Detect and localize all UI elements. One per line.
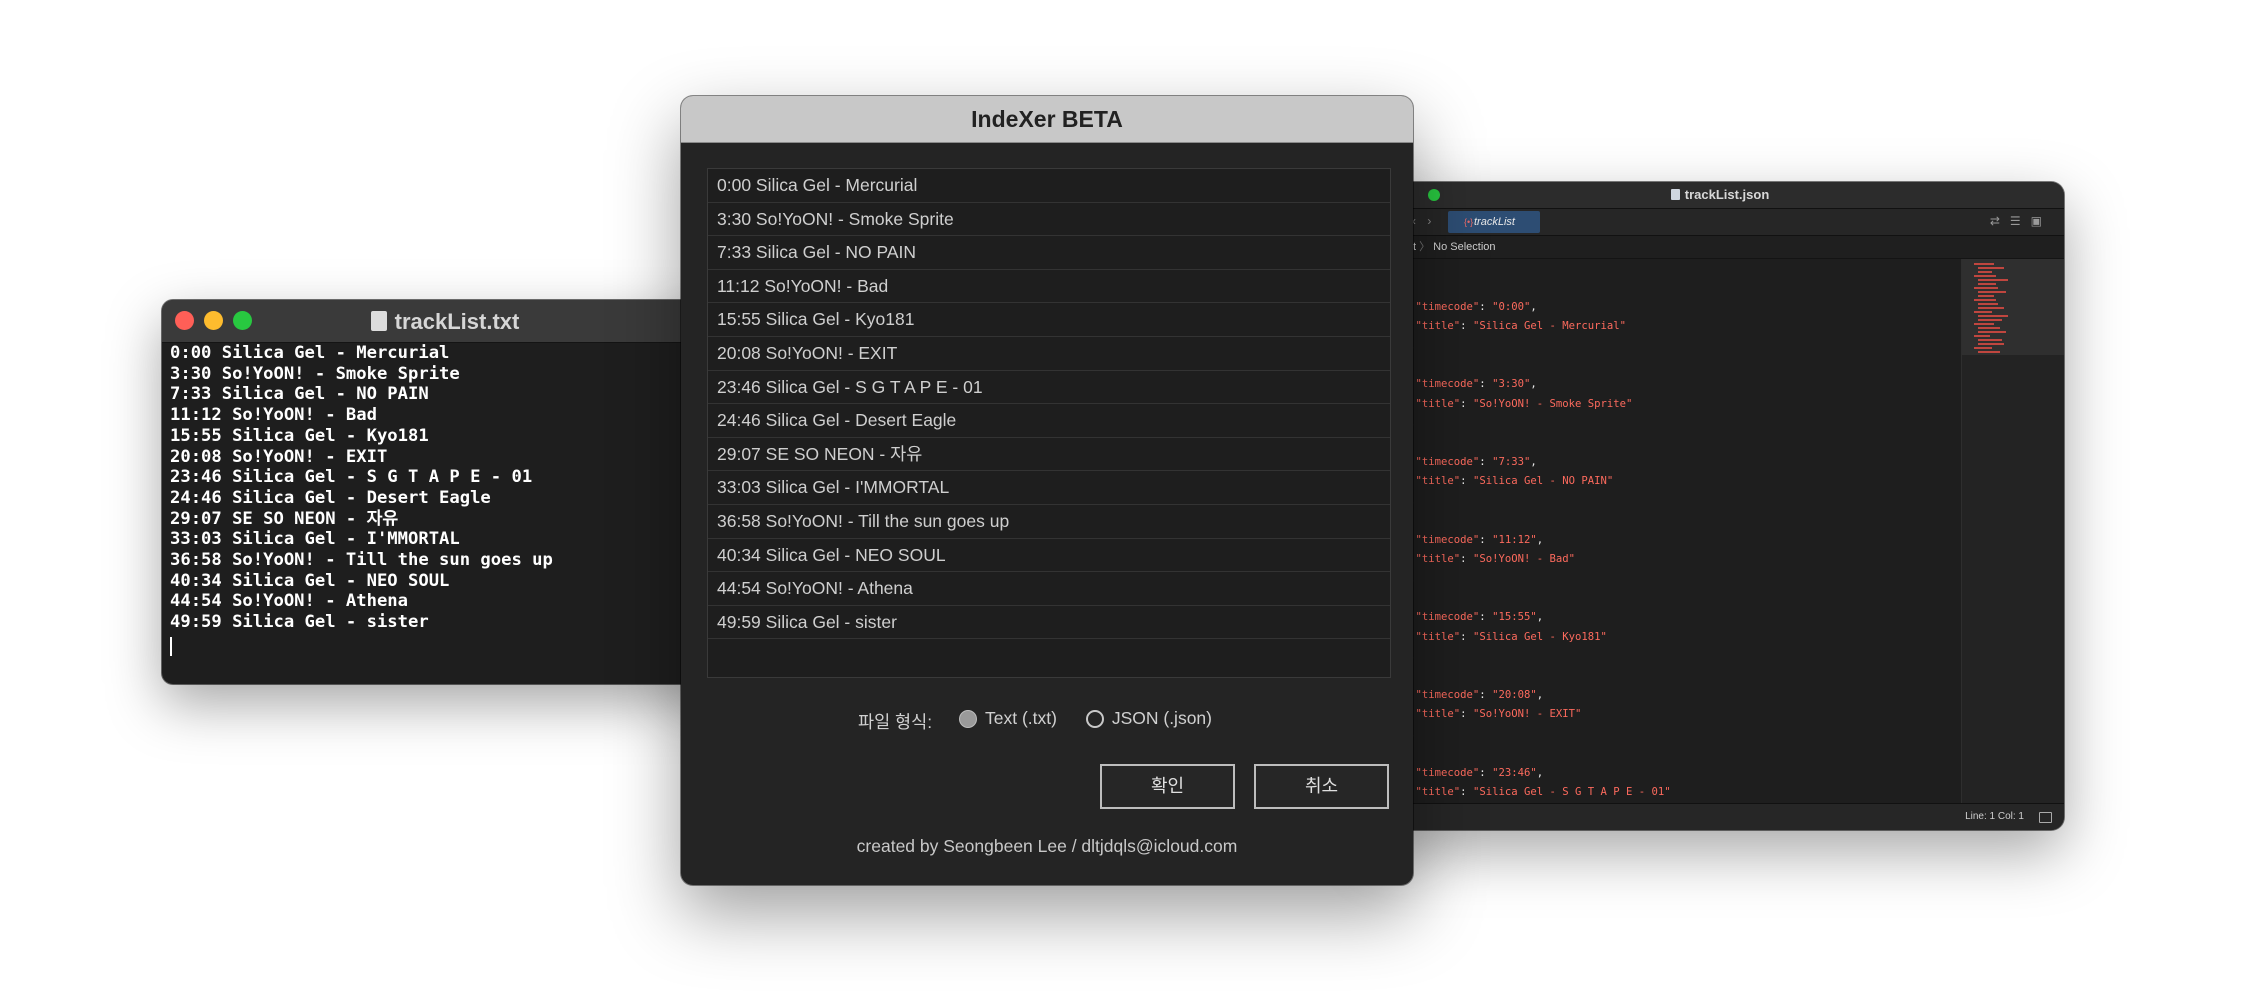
track-row[interactable]: 23:46 Silica Gel - S G T A P E - 01 bbox=[708, 371, 1390, 405]
text-content[interactable]: 0:00 Silica Gel - Mercurial 3:30 So!YoON!… bbox=[162, 343, 728, 656]
minimap-line bbox=[1978, 339, 2002, 341]
track-row[interactable]: 3:30 So!YoON! - Smoke Sprite bbox=[708, 203, 1390, 237]
minimap-line bbox=[1978, 315, 2008, 317]
editor-status-bar: Line: 1 Col: 1 bbox=[1376, 803, 2064, 830]
track-row[interactable]: 44:54 So!YoON! - Athena bbox=[708, 572, 1390, 606]
text-window-titlebar: trackList.txt bbox=[162, 300, 728, 343]
track-row[interactable]: 40:34 Silica Gel - NEO SOUL bbox=[708, 539, 1390, 573]
track-row[interactable]: 11:12 So!YoON! - Bad bbox=[708, 270, 1390, 304]
minimap[interactable] bbox=[1961, 259, 2064, 804]
text-line: 24:46 Silica Gel - Desert Eagle bbox=[170, 487, 491, 508]
text-line: 44:54 So!YoON! - Athena bbox=[170, 591, 408, 612]
breadcrumb-separator-icon: 〉 bbox=[1419, 241, 1431, 253]
minimap-line bbox=[1978, 283, 1996, 285]
tab-tracklist-label: trackList bbox=[1474, 216, 1515, 228]
text-file-window: trackList.txt 0:00 Silica Gel - Mercuria… bbox=[162, 300, 728, 684]
editor-options-icon[interactable]: ⇄☰▣ bbox=[1990, 214, 2052, 228]
text-line: 7:33 Silica Gel - NO PAIN bbox=[170, 384, 429, 405]
minimap-line bbox=[1978, 319, 2002, 321]
text-line: 33:03 Silica Gel - I'MMORTAL bbox=[170, 529, 460, 550]
file-format-label: 파일 형식: bbox=[858, 711, 933, 732]
text-line: 40:34 Silica Gel - NEO SOUL bbox=[170, 570, 450, 591]
credits-footer: created by Seongbeen Lee / dltjdqls@iclo… bbox=[856, 836, 1238, 856]
radio-json-format[interactable]: JSON (.json) bbox=[1085, 708, 1212, 729]
breadcrumb-selection[interactable]: No Selection bbox=[1433, 241, 1495, 253]
minimap-line bbox=[1974, 299, 1996, 301]
json-braces-icon: {•} bbox=[1464, 217, 1474, 227]
document-icon bbox=[370, 311, 387, 331]
json-window-title: trackList.json bbox=[1376, 187, 2064, 202]
radio-unchecked-icon[interactable] bbox=[1085, 709, 1104, 728]
text-line: 3:30 So!YoON! - Smoke Sprite bbox=[170, 363, 460, 384]
minimap-line bbox=[1974, 311, 1992, 313]
text-line: 0:00 Silica Gel - Mercurial bbox=[170, 343, 450, 363]
back-forward-icon[interactable]: ‹ › bbox=[1412, 214, 1435, 228]
breadcrumb: ckList〉No Selection bbox=[1376, 236, 2064, 259]
minimap-line bbox=[1978, 267, 2004, 269]
minimap-line bbox=[1978, 327, 2000, 329]
track-row[interactable]: 20:08 So!YoON! - EXIT bbox=[708, 337, 1390, 371]
track-row[interactable]: 24:46 Silica Gel - Desert Eagle bbox=[708, 404, 1390, 438]
radio-checked-icon[interactable] bbox=[959, 709, 977, 728]
minimap-line bbox=[1978, 271, 1992, 273]
dialog-title: IndeXer BETA bbox=[681, 96, 1413, 143]
minimap-line bbox=[1974, 263, 1994, 265]
minimap-line bbox=[1978, 295, 1994, 297]
text-line: 49:59 Silica Gel - sister bbox=[170, 612, 429, 633]
track-row[interactable]: 0:00 Silica Gel - Mercurial bbox=[708, 169, 1390, 203]
track-row[interactable]: 7:33 Silica Gel - NO PAIN bbox=[708, 236, 1390, 270]
text-line: 11:12 So!YoON! - Bad bbox=[170, 405, 377, 426]
minimap-line bbox=[1978, 279, 2008, 281]
text-window-title: trackList.txt bbox=[162, 309, 728, 335]
radio-text-label: Text (.txt) bbox=[985, 708, 1057, 728]
panel-toggle-icon[interactable] bbox=[2039, 812, 2052, 823]
minimap-line bbox=[1974, 347, 1992, 349]
minimap-line bbox=[1978, 303, 1998, 305]
text-line: 23:46 Silica Gel - S G T A P E - 01 bbox=[170, 467, 533, 488]
editor-tab-bar: ‹ › {•} trackList ⇄☰▣ bbox=[1376, 209, 2064, 236]
cancel-button[interactable]: 취소 bbox=[1254, 764, 1389, 809]
track-row[interactable]: 29:07 SE SO NEON - 자유 bbox=[708, 438, 1390, 472]
track-row[interactable]: 15:55 Silica Gel - Kyo181 bbox=[708, 303, 1390, 337]
json-window-titlebar: trackList.json bbox=[1376, 182, 2064, 209]
json-editor-window: trackList.json ‹ › {•} trackList ⇄☰▣ ckL… bbox=[1376, 182, 2064, 830]
file-format-selector: 파일 형식: Text (.txt) JSON (.json) bbox=[681, 708, 1413, 734]
indexer-dialog: IndeXer BETA 0:00 Silica Gel - Mercurial… bbox=[681, 96, 1413, 885]
text-line: 29:07 SE SO NEON - 자유 bbox=[170, 508, 399, 529]
minimap-line bbox=[1978, 307, 2004, 309]
minimap-line bbox=[1974, 335, 1990, 337]
json-file-icon bbox=[1670, 189, 1680, 200]
track-list[interactable]: 0:00 Silica Gel - Mercurial 3:30 So!YoON!… bbox=[707, 168, 1391, 678]
minimap-line bbox=[1978, 351, 2000, 353]
text-line: 20:08 So!YoON! - EXIT bbox=[170, 446, 388, 467]
track-row[interactable]: 36:58 So!YoON! - Till the sun goes up bbox=[708, 505, 1390, 539]
minimap-line bbox=[1978, 331, 2006, 333]
radio-text-format[interactable]: Text (.txt) bbox=[959, 708, 1057, 729]
radio-json-label: JSON (.json) bbox=[1111, 708, 1212, 728]
minimap-line bbox=[1974, 287, 1998, 289]
confirm-button[interactable]: 확인 bbox=[1100, 764, 1235, 809]
minimap-line bbox=[1974, 275, 1996, 277]
text-line: 36:58 So!YoON! - Till the sun goes up bbox=[170, 550, 553, 571]
track-row[interactable]: 49:59 Silica Gel - sister bbox=[708, 606, 1390, 640]
json-code-text[interactable]: [ { "timecode": "0:00", "title": "Silica… bbox=[1390, 259, 1671, 804]
tab-tracklist[interactable]: {•} trackList bbox=[1448, 211, 1540, 233]
text-cursor bbox=[170, 636, 172, 656]
code-editor[interactable]: [ { "timecode": "0:00", "title": "Silica… bbox=[1376, 259, 2064, 804]
text-line: 15:55 Silica Gel - Kyo181 bbox=[170, 425, 429, 446]
minimap-line bbox=[1978, 343, 2004, 345]
minimap-line bbox=[1974, 323, 1994, 325]
minimap-line bbox=[1978, 291, 2006, 293]
track-row[interactable]: 33:03 Silica Gel - I'MMORTAL bbox=[708, 471, 1390, 505]
cursor-position: Line: 1 Col: 1 bbox=[1965, 811, 2024, 822]
